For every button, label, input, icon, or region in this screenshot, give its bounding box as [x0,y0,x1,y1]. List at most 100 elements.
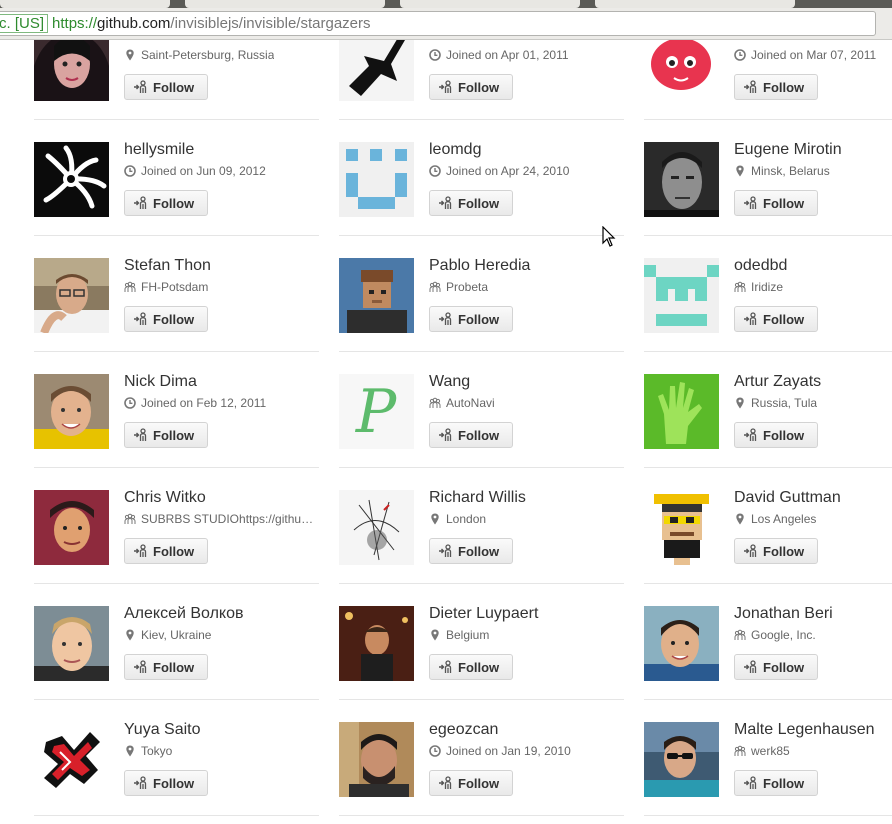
follow-button[interactable]: Follow [124,190,208,216]
follow-button[interactable]: Follow [124,538,208,564]
user-avatar[interactable] [34,258,109,333]
user-avatar[interactable]: P [339,374,414,449]
user-avatar[interactable] [339,40,414,101]
user-avatar[interactable] [644,722,719,797]
follow-user-icon [133,543,149,559]
stargazer-card: Yuya Saito Tokyo Follow [34,700,319,816]
user-name-link[interactable]: hellysmile [124,141,194,159]
user-name-link[interactable]: Jonathan Beri [734,605,833,623]
follow-button[interactable]: Follow [734,538,818,564]
user-avatar[interactable] [34,142,109,217]
user-avatar[interactable] [339,490,414,565]
user-name-link[interactable]: egeozcan [429,721,498,739]
follow-button-label: Follow [763,195,805,211]
follow-button[interactable]: Follow [429,538,513,564]
user-name-link[interactable]: Алексей Волков [124,605,244,623]
follow-button[interactable]: Follow [734,770,818,796]
browser-tab[interactable] [0,0,170,8]
user-name-link[interactable]: Nick Dima [124,373,197,391]
follow-button[interactable]: Follow [429,190,513,216]
user-name-link[interactable]: Dieter Luypaert [429,605,538,623]
user-meta: Probeta [429,280,619,294]
follow-button[interactable]: Follow [429,422,513,448]
user-meta-text: Joined on Mar 07, 2011 [751,48,877,62]
follow-button[interactable]: Follow [734,422,818,448]
follow-button[interactable]: Follow [124,422,208,448]
location-icon [124,629,136,641]
follow-button[interactable]: Follow [124,74,208,100]
follow-button-label: Follow [153,79,195,95]
follow-button[interactable]: Follow [429,74,513,100]
follow-button[interactable]: Follow [429,306,513,332]
user-avatar[interactable] [339,258,414,333]
follow-button[interactable]: Follow [429,770,513,796]
follow-button[interactable]: Follow [429,654,513,680]
svg-text:P: P [355,377,398,447]
ev-certificate-badge[interactable]: c. [US] [0,14,49,33]
follow-user-icon [133,775,149,791]
url-scheme: https:// [52,15,98,32]
user-meta-text: Probeta [446,280,489,294]
organization-icon [124,513,136,525]
user-name-link[interactable]: Yuya Saito [124,721,201,739]
user-meta: Joined on Mar 07, 2011 [734,48,892,62]
user-avatar[interactable] [34,606,109,681]
follow-button[interactable]: Follow [734,190,818,216]
stargazer-card: Eugene Mirotin Minsk, Belarus Follow [644,120,892,236]
follow-user-icon [438,659,454,675]
user-name-link[interactable]: leomdg [429,141,481,159]
user-name-link[interactable]: Artur Zayats [734,373,821,391]
user-avatar[interactable] [644,374,719,449]
user-meta-text: Joined on Jun 09, 2012 [141,164,266,178]
url-path: /invisiblejs/invisible/stargazers [170,15,371,32]
follow-button-label: Follow [763,311,805,327]
user-name-link[interactable]: David Guttman [734,489,841,507]
user-meta-text: Tokyo [141,744,173,758]
user-meta-text: werk85 [751,744,790,758]
user-avatar[interactable] [644,40,719,101]
user-avatar[interactable] [34,40,109,101]
user-name-link[interactable]: Eugene Mirotin [734,141,842,159]
user-avatar[interactable] [644,142,719,217]
user-avatar[interactable] [34,490,109,565]
user-meta-text: Joined on Apr 24, 2010 [446,164,570,178]
browser-tab[interactable] [185,0,385,8]
user-meta-text: Belgium [446,628,490,642]
follow-user-icon [743,195,759,211]
browser-tab[interactable] [400,0,580,8]
follow-user-icon [133,427,149,443]
user-name-link[interactable]: Stefan Thon [124,257,211,275]
user-avatar[interactable] [644,258,719,333]
user-avatar[interactable] [339,606,414,681]
user-meta: Iridize [734,280,892,294]
follow-button[interactable]: Follow [124,306,208,332]
organization-icon [734,281,746,293]
url-field[interactable]: c. [US] https://github.com/invisiblejs/in… [0,11,876,36]
follow-user-icon [743,775,759,791]
user-avatar[interactable] [339,142,414,217]
browser-tab[interactable] [595,0,795,8]
user-avatar[interactable] [339,722,414,797]
user-avatar[interactable] [34,722,109,797]
user-name-link[interactable]: Richard Willis [429,489,526,507]
user-avatar[interactable] [34,374,109,449]
user-name-link[interactable]: Malte Legenhausen [734,721,875,739]
user-name-link[interactable]: Pablo Heredia [429,257,530,275]
follow-user-icon [438,775,454,791]
user-meta-text: Minsk, Belarus [751,164,830,178]
stargazer-card: David Guttman Los Angeles Follow [644,468,892,584]
follow-button-label: Follow [763,427,805,443]
user-name-link[interactable]: Chris Witko [124,489,206,507]
follow-button[interactable]: Follow [734,654,818,680]
follow-button-label: Follow [763,79,805,95]
follow-button[interactable]: Follow [734,306,818,332]
follow-button-label: Follow [458,79,500,95]
user-name-link[interactable]: odedbd [734,257,787,275]
user-avatar[interactable] [644,490,719,565]
follow-button[interactable]: Follow [734,74,818,100]
user-name-link[interactable]: Wang [429,373,470,391]
follow-button[interactable]: Follow [124,654,208,680]
follow-button[interactable]: Follow [124,770,208,796]
user-meta-text: SUBRBS STUDIOhttps://github.com [141,512,314,526]
user-avatar[interactable] [644,606,719,681]
